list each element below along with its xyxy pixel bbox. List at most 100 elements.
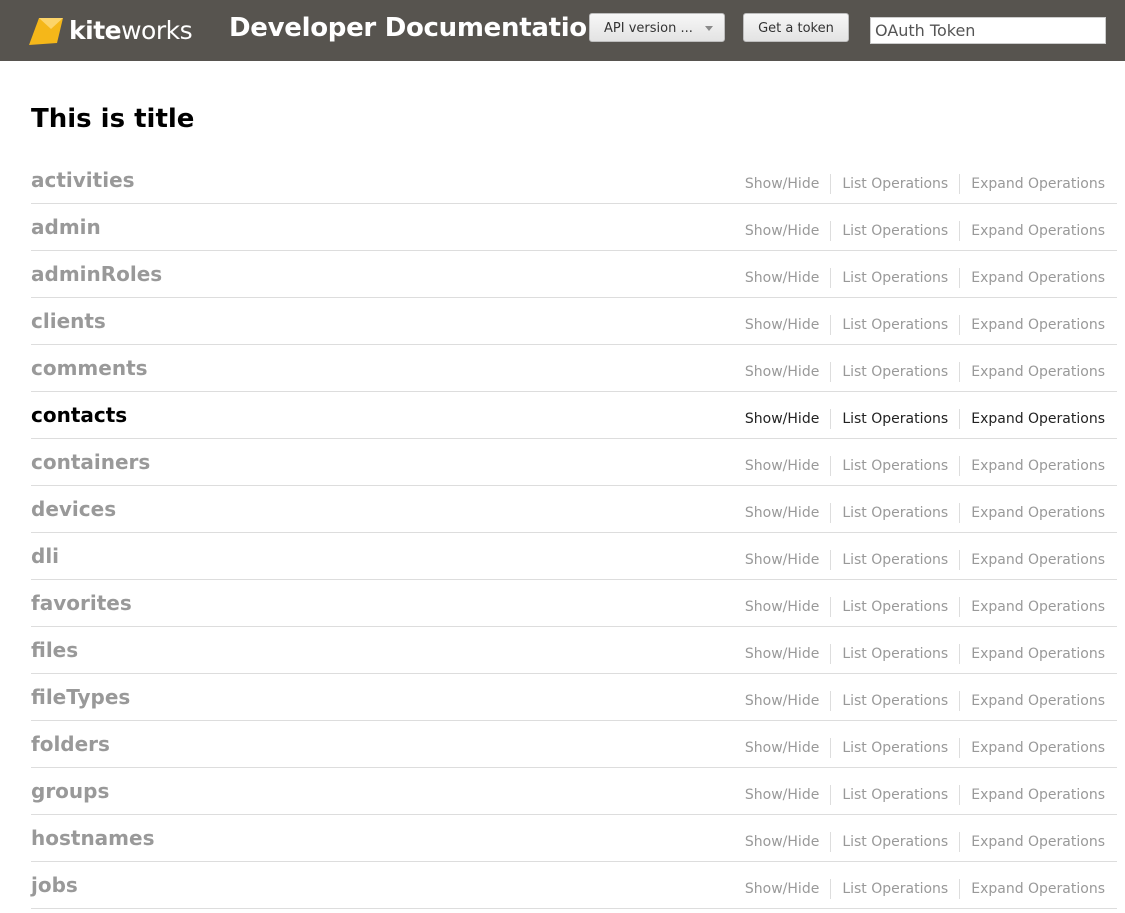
list-operations-link[interactable]: List Operations	[842, 881, 948, 897]
logo-text: kiteworks	[69, 16, 193, 45]
resource-name-link[interactable]: dli	[31, 544, 59, 568]
resource-row: comments Show/Hide List Operations Expand O…	[31, 345, 1117, 392]
api-version-label: API version ...	[604, 21, 693, 36]
expand-operations-link[interactable]: Expand Operations	[971, 599, 1105, 615]
list-operations-link[interactable]: List Operations	[842, 599, 948, 615]
list-operations-link[interactable]: List Operations	[842, 693, 948, 709]
show-hide-link[interactable]: Show/Hide	[745, 552, 819, 568]
show-hide-link[interactable]: Show/Hide	[745, 317, 819, 333]
resource-row: fileTypes Show/Hide List Operations Expand …	[31, 674, 1117, 721]
show-hide-link[interactable]: Show/Hide	[745, 693, 819, 709]
link-divider	[830, 221, 832, 241]
link-divider	[830, 550, 832, 570]
show-hide-link[interactable]: Show/Hide	[745, 881, 819, 897]
link-divider	[830, 268, 832, 288]
resource-name-link[interactable]: folders	[31, 732, 110, 756]
resource-name-link[interactable]: favorites	[31, 591, 132, 615]
expand-operations-link[interactable]: Expand Operations	[971, 176, 1105, 192]
expand-operations-link[interactable]: Expand Operations	[971, 646, 1105, 662]
resource-row: hostnames Show/Hide List Operations Expand …	[31, 815, 1117, 862]
expand-operations-link[interactable]: Expand Operations	[971, 458, 1105, 474]
link-divider	[959, 738, 961, 758]
resource-name-link[interactable]: containers	[31, 450, 150, 474]
show-hide-link[interactable]: Show/Hide	[745, 834, 819, 850]
resource-operations: Show/Hide List Operations Expand Operation…	[745, 550, 1105, 570]
show-hide-link[interactable]: Show/Hide	[745, 411, 819, 427]
expand-operations-link[interactable]: Expand Operations	[971, 881, 1105, 897]
resource-name-link[interactable]: devices	[31, 497, 116, 521]
resource-operations: Show/Hide List Operations Expand Operation…	[745, 174, 1105, 194]
expand-operations-link[interactable]: Expand Operations	[971, 223, 1105, 239]
link-divider	[830, 503, 832, 523]
resource-name-link[interactable]: files	[31, 638, 78, 662]
get-token-button[interactable]: Get a token	[743, 13, 849, 42]
expand-operations-link[interactable]: Expand Operations	[971, 505, 1105, 521]
resource-row: devices Show/Hide List Operations Expand Op…	[31, 486, 1117, 533]
expand-operations-link[interactable]: Expand Operations	[971, 364, 1105, 380]
resource-name-link[interactable]: jobs	[31, 873, 78, 897]
list-operations-link[interactable]: List Operations	[842, 270, 948, 286]
list-operations-link[interactable]: List Operations	[842, 646, 948, 662]
expand-operations-link[interactable]: Expand Operations	[971, 740, 1105, 756]
list-operations-link[interactable]: List Operations	[842, 411, 948, 427]
show-hide-link[interactable]: Show/Hide	[745, 458, 819, 474]
page-title: This is title	[31, 104, 195, 134]
kite-logo-icon	[29, 15, 63, 45]
expand-operations-link[interactable]: Expand Operations	[971, 552, 1105, 568]
show-hide-link[interactable]: Show/Hide	[745, 787, 819, 803]
show-hide-link[interactable]: Show/Hide	[745, 364, 819, 380]
show-hide-link[interactable]: Show/Hide	[745, 740, 819, 756]
resource-operations: Show/Hide List Operations Expand Operation…	[745, 409, 1105, 429]
show-hide-link[interactable]: Show/Hide	[745, 176, 819, 192]
expand-operations-link[interactable]: Expand Operations	[971, 411, 1105, 427]
resource-row: clients Show/Hide List Operations Expand Op…	[31, 298, 1117, 345]
resource-name-link[interactable]: hostnames	[31, 826, 155, 850]
show-hide-link[interactable]: Show/Hide	[745, 505, 819, 521]
link-divider	[959, 174, 961, 194]
resource-name-link[interactable]: clients	[31, 309, 106, 333]
resource-row: dli Show/Hide List Operations Expand Operat…	[31, 533, 1117, 580]
expand-operations-link[interactable]: Expand Operations	[971, 317, 1105, 333]
list-operations-link[interactable]: List Operations	[842, 834, 948, 850]
resource-name-link[interactable]: comments	[31, 356, 148, 380]
resource-name-link[interactable]: adminRoles	[31, 262, 162, 286]
list-operations-link[interactable]: List Operations	[842, 317, 948, 333]
show-hide-link[interactable]: Show/Hide	[745, 270, 819, 286]
oauth-token-input[interactable]	[870, 17, 1106, 44]
show-hide-link[interactable]: Show/Hide	[745, 223, 819, 239]
list-operations-link[interactable]: List Operations	[842, 176, 948, 192]
expand-operations-link[interactable]: Expand Operations	[971, 270, 1105, 286]
link-divider	[830, 409, 832, 429]
show-hide-link[interactable]: Show/Hide	[745, 599, 819, 615]
list-operations-link[interactable]: List Operations	[842, 223, 948, 239]
resource-name-link[interactable]: contacts	[31, 403, 127, 427]
list-operations-link[interactable]: List Operations	[842, 364, 948, 380]
resource-row: groups Show/Hide List Operations Expand Ope…	[31, 768, 1117, 815]
resource-row: jobs Show/Hide List Operations Expand Opera…	[31, 862, 1117, 909]
top-bar: kiteworks Developer Documentation API ve…	[0, 0, 1125, 61]
expand-operations-link[interactable]: Expand Operations	[971, 693, 1105, 709]
list-operations-link[interactable]: List Operations	[842, 787, 948, 803]
resource-name-link[interactable]: admin	[31, 215, 101, 239]
list-operations-link[interactable]: List Operations	[842, 552, 948, 568]
resource-operations: Show/Hide List Operations Expand Operation…	[745, 738, 1105, 758]
expand-operations-link[interactable]: Expand Operations	[971, 787, 1105, 803]
show-hide-link[interactable]: Show/Hide	[745, 646, 819, 662]
resource-row: folders Show/Hide List Operations Expand Op…	[31, 721, 1117, 768]
resource-name-link[interactable]: groups	[31, 779, 109, 803]
resource-row: favorites Show/Hide List Operations Expand …	[31, 580, 1117, 627]
list-operations-link[interactable]: List Operations	[842, 740, 948, 756]
list-operations-link[interactable]: List Operations	[842, 458, 948, 474]
link-divider	[959, 362, 961, 382]
link-divider	[959, 409, 961, 429]
resource-name-link[interactable]: fileTypes	[31, 685, 130, 709]
site-title: Developer Documentation	[229, 13, 606, 43]
resource-name-link[interactable]: activities	[31, 168, 135, 192]
expand-operations-link[interactable]: Expand Operations	[971, 834, 1105, 850]
list-operations-link[interactable]: List Operations	[842, 505, 948, 521]
link-divider	[959, 644, 961, 664]
resource-row: adminRoles Show/Hide List Operations Expand…	[31, 251, 1117, 298]
kiteworks-logo[interactable]: kiteworks	[29, 12, 193, 48]
resource-operations: Show/Hide List Operations Expand Operation…	[745, 832, 1105, 852]
api-version-dropdown[interactable]: API version ...	[589, 13, 725, 42]
